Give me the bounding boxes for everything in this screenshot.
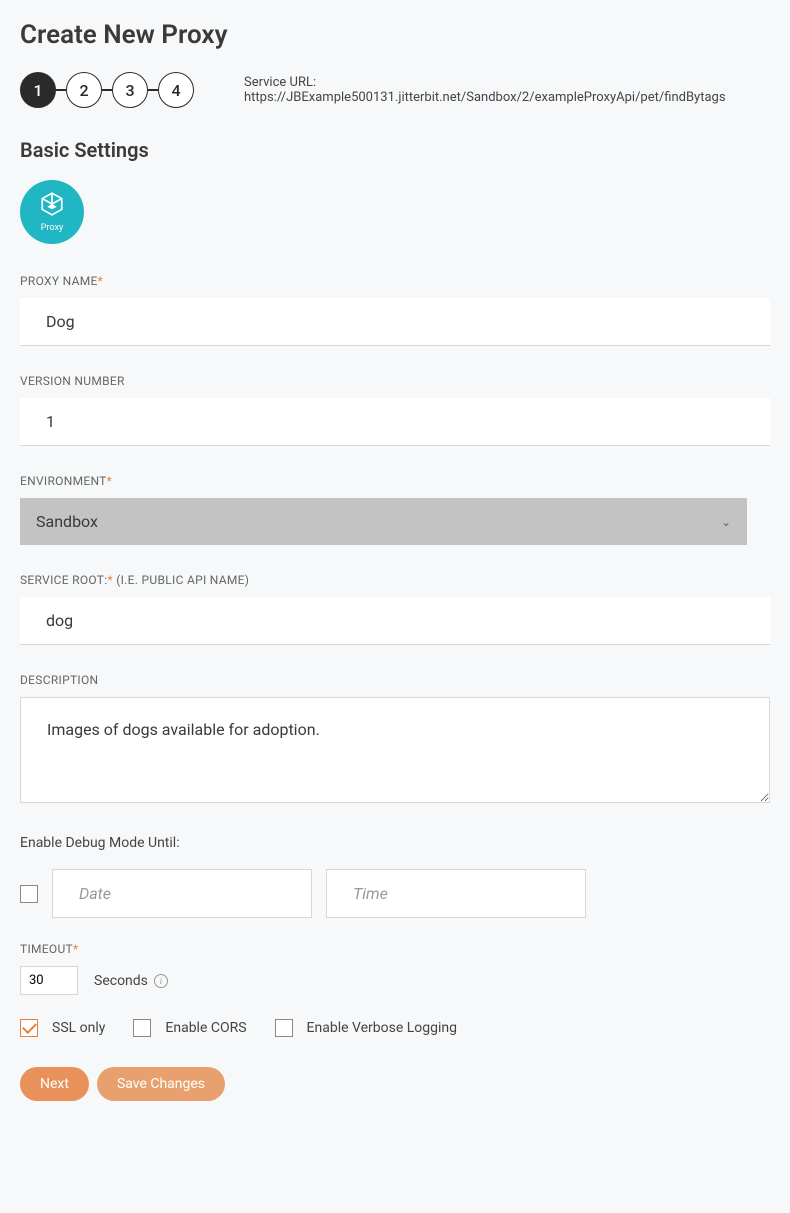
- field-proxy-name: PROXY NAME*: [20, 274, 770, 346]
- option-verbose-logging: Enable Verbose Logging: [275, 1019, 457, 1037]
- step-4[interactable]: 4: [158, 72, 194, 108]
- version-number-input[interactable]: [20, 398, 770, 446]
- proxy-name-label: PROXY NAME*: [20, 274, 770, 288]
- proxy-badge-label: Proxy: [41, 223, 63, 233]
- debug-time-input[interactable]: [326, 869, 586, 918]
- verbose-logging-checkbox[interactable]: [275, 1019, 293, 1037]
- verbose-logging-label: Enable Verbose Logging: [307, 1020, 457, 1036]
- step-2[interactable]: 2: [66, 72, 102, 108]
- timeout-input[interactable]: [20, 966, 78, 995]
- environment-select[interactable]: [20, 498, 747, 545]
- options-row: SSL only Enable CORS Enable Verbose Logg…: [20, 1019, 770, 1037]
- save-changes-button[interactable]: Save Changes: [97, 1067, 225, 1101]
- step-3[interactable]: 3: [112, 72, 148, 108]
- enable-cors-checkbox[interactable]: [133, 1019, 151, 1037]
- step-connector: [148, 89, 158, 91]
- page-title: Create New Proxy: [20, 20, 770, 50]
- info-icon[interactable]: i: [154, 974, 168, 988]
- timeout-label: TIMEOUT*: [20, 942, 770, 956]
- ssl-only-label: SSL only: [52, 1020, 105, 1036]
- option-ssl-only: SSL only: [20, 1019, 105, 1037]
- proxy-icon: [39, 191, 65, 221]
- label-text: ENVIRONMENT: [20, 474, 107, 488]
- timeout-unit: Seconds i: [94, 973, 168, 989]
- stepper: 1 2 3 4: [20, 72, 194, 108]
- label-text: TIMEOUT: [20, 942, 73, 956]
- field-version-number: VERSION NUMBER: [20, 374, 770, 446]
- proxy-badge: Proxy: [20, 180, 84, 244]
- required-mark: *: [107, 474, 112, 488]
- step-connector: [56, 89, 66, 91]
- service-url-label: Service URL:: [244, 75, 316, 90]
- service-root-label: SERVICE ROOT:* (I.E. PUBLIC API NAME): [20, 573, 770, 587]
- ssl-only-checkbox[interactable]: [20, 1019, 38, 1037]
- button-row: Next Save Changes: [20, 1067, 770, 1101]
- timeout-unit-text: Seconds: [94, 973, 148, 989]
- next-button[interactable]: Next: [20, 1067, 89, 1101]
- required-mark: *: [73, 942, 78, 956]
- version-number-label: VERSION NUMBER: [20, 374, 770, 388]
- label-hint: (I.E. PUBLIC API NAME): [113, 573, 249, 587]
- section-title: Basic Settings: [20, 138, 770, 162]
- field-service-root: SERVICE ROOT:* (I.E. PUBLIC API NAME): [20, 573, 770, 645]
- field-environment: ENVIRONMENT* ⌄: [20, 474, 770, 545]
- field-description: DESCRIPTION: [20, 673, 770, 807]
- label-text: SERVICE ROOT:: [20, 573, 107, 587]
- debug-mode-label: Enable Debug Mode Until:: [20, 835, 770, 851]
- timeout-row: Seconds i: [20, 966, 770, 995]
- option-enable-cors: Enable CORS: [133, 1019, 246, 1037]
- description-label: DESCRIPTION: [20, 673, 770, 687]
- service-url: Service URL: https://JBExample500131.jit…: [244, 75, 770, 105]
- label-text: PROXY NAME: [20, 274, 98, 288]
- description-textarea[interactable]: [20, 697, 770, 803]
- environment-label: ENVIRONMENT*: [20, 474, 770, 488]
- header-row: 1 2 3 4 Service URL: https://JBExample50…: [20, 72, 770, 108]
- debug-date-input[interactable]: [52, 869, 312, 918]
- debug-row: [20, 869, 770, 918]
- service-url-value: https://JBExample500131.jitterbit.net/Sa…: [244, 90, 726, 105]
- enable-cors-label: Enable CORS: [165, 1020, 246, 1036]
- proxy-name-input[interactable]: [20, 298, 770, 346]
- step-connector: [102, 89, 112, 91]
- required-mark: *: [98, 274, 103, 288]
- service-root-input[interactable]: [20, 597, 770, 645]
- debug-checkbox[interactable]: [20, 885, 38, 903]
- step-1[interactable]: 1: [20, 72, 56, 108]
